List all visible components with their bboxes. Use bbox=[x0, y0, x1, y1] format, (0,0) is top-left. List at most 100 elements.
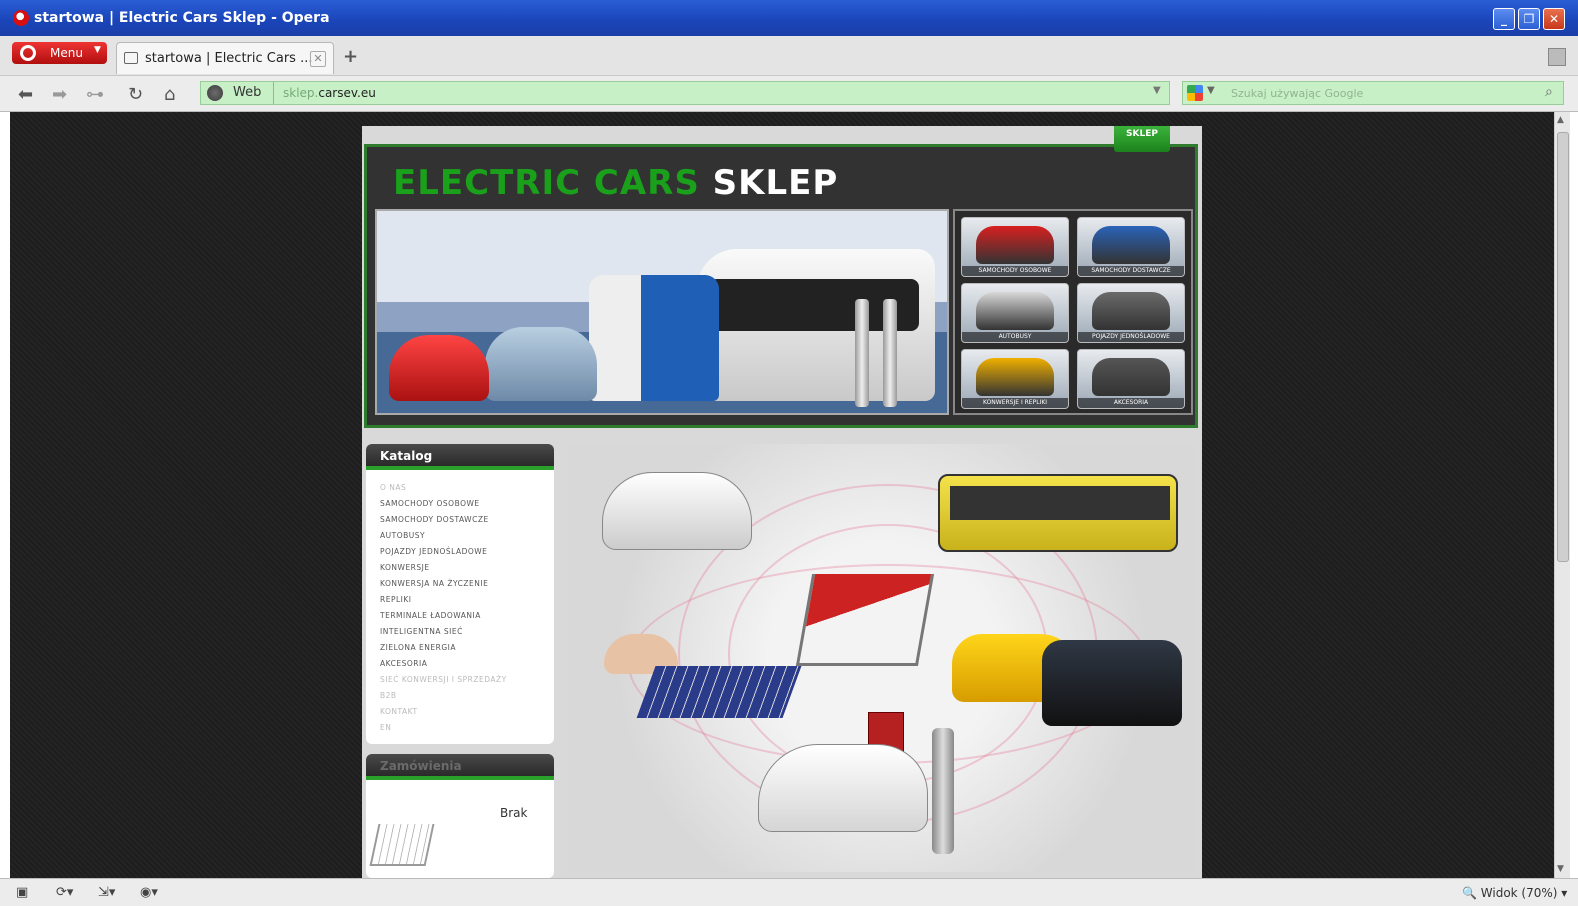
category-label: AUTOBUSY bbox=[962, 332, 1068, 342]
category-thumbnail bbox=[976, 226, 1054, 264]
van-image bbox=[589, 275, 719, 401]
back-icon[interactable]: ⬅ bbox=[18, 84, 33, 105]
reload-icon[interactable]: ↻ bbox=[128, 84, 143, 105]
maximize-button[interactable]: ❐ bbox=[1518, 8, 1540, 30]
opera-logo-icon bbox=[20, 45, 36, 61]
catalog-item[interactable]: POJAZDY JEDNOŚLADOWE bbox=[380, 544, 554, 560]
page-viewport: ELECTRIC CARS SKLEP SAMOCHODY OSOBOWE SA… bbox=[10, 112, 1554, 878]
catalog-item[interactable]: SIEĆ KONWERSJI I SPRZEDAŻY bbox=[380, 672, 554, 688]
yellow-bus-image bbox=[938, 474, 1178, 552]
search-engine-dropdown-icon[interactable]: ▼ bbox=[1207, 85, 1215, 96]
search-field[interactable]: ▼ Szukaj używając Google ⌕ bbox=[1182, 81, 1564, 105]
google-icon[interactable] bbox=[1187, 85, 1203, 101]
address-divider bbox=[273, 82, 274, 104]
panel-icon[interactable]: ▣ bbox=[16, 885, 28, 900]
category-label: AKCESORIA bbox=[1078, 398, 1184, 408]
tab-active[interactable]: startowa | Electric Cars ... ✕ bbox=[116, 42, 334, 74]
sync-icon[interactable]: ⟳▾ bbox=[56, 885, 73, 900]
catalog-item[interactable]: KONTAKT bbox=[380, 704, 554, 720]
category-thumbnail bbox=[1092, 292, 1170, 330]
window-title: startowa | Electric Cars Sklep - Opera bbox=[34, 10, 330, 26]
small-car-image bbox=[602, 472, 752, 550]
catalog-item[interactable]: SAMOCHODY DOSTAWCZE bbox=[380, 512, 554, 528]
category-tile[interactable]: SAMOCHODY DOSTAWCZE bbox=[1077, 217, 1185, 277]
turbo-icon[interactable]: ⇲▾ bbox=[98, 885, 115, 900]
catalog-list: O NAS SAMOCHODY OSOBOWE SAMOCHODY DOSTAWCZ… bbox=[366, 470, 554, 736]
catalog-heading: Katalog bbox=[366, 444, 554, 470]
site-logo[interactable]: ELECTRIC CARS SKLEP bbox=[393, 163, 838, 203]
cart-box: Zamówienia Brak bbox=[366, 754, 554, 878]
chevron-down-icon: ▼ bbox=[94, 45, 101, 55]
url-subdomain: sklep. bbox=[283, 86, 319, 100]
charging-post-image bbox=[932, 728, 954, 854]
roadster-image bbox=[1042, 640, 1182, 726]
page-icon bbox=[124, 52, 138, 64]
category-tile[interactable]: POJAZDY JEDNOŚLADOWE bbox=[1077, 283, 1185, 343]
minimize-button[interactable]: _ bbox=[1493, 8, 1515, 30]
new-tab-button[interactable]: + bbox=[343, 46, 358, 67]
close-tab-button[interactable]: ✕ bbox=[310, 51, 326, 67]
catalog-item[interactable]: AKCESORIA bbox=[380, 656, 554, 672]
opera-menu-button[interactable]: Menu ▼ bbox=[12, 42, 107, 64]
cart-heading: Zamówienia bbox=[366, 754, 554, 780]
catalog-item[interactable]: O NAS bbox=[380, 480, 554, 496]
bus-image bbox=[697, 249, 935, 401]
catalog-sidebar: Katalog O NAS SAMOCHODY OSOBOWE SAMOCHODY … bbox=[366, 444, 554, 744]
globe-icon bbox=[207, 85, 223, 101]
fast-forward-icon[interactable]: ⊶ bbox=[86, 84, 104, 105]
cart-status: Brak bbox=[500, 806, 528, 820]
address-dropdown-icon[interactable]: ▼ bbox=[1153, 85, 1161, 96]
charger-image bbox=[883, 299, 897, 407]
vertical-scrollbar[interactable]: ▲ ▼ bbox=[1554, 112, 1570, 878]
catalog-item[interactable]: TERMINALE ŁADOWANIA bbox=[380, 608, 554, 624]
main-collage-image bbox=[568, 444, 1196, 872]
address-toolbar: ⬅ ➡ ⊶ ↻ ⌂ Web sklep.carsev.eu ▼ ▼ Szukaj… bbox=[0, 76, 1578, 112]
catalog-item[interactable]: B2B bbox=[380, 688, 554, 704]
catalog-item[interactable]: SAMOCHODY OSOBOWE bbox=[380, 496, 554, 512]
status-bar: ▣ ⟳▾ ⇲▾ ◉▾ 🔍 Widok (70%) ▾ bbox=[0, 878, 1578, 906]
scroll-up-icon[interactable]: ▲ bbox=[1557, 115, 1564, 125]
catalog-item[interactable]: AUTOBUSY bbox=[380, 528, 554, 544]
category-tile[interactable]: KONWERSJE I REPLIKI bbox=[961, 349, 1069, 409]
catalog-item[interactable]: REPLIKI bbox=[380, 592, 554, 608]
catalog-item[interactable]: ZIELONA ENERGIA bbox=[380, 640, 554, 656]
logo-part2: SKLEP bbox=[712, 163, 839, 203]
charger-image bbox=[855, 299, 869, 407]
category-thumbnail bbox=[1092, 226, 1170, 264]
blue-car-image bbox=[485, 327, 597, 401]
category-label: KONWERSJE I REPLIKI bbox=[962, 398, 1068, 408]
scroll-down-icon[interactable]: ▼ bbox=[1557, 864, 1564, 874]
address-field[interactable]: Web sklep.carsev.eu ▼ bbox=[200, 81, 1170, 105]
close-window-button[interactable]: ✕ bbox=[1543, 8, 1565, 30]
category-grid: SAMOCHODY OSOBOWE SAMOCHODY DOSTAWCZE AU… bbox=[953, 209, 1193, 415]
category-tile[interactable]: AKCESORIA bbox=[1077, 349, 1185, 409]
opera-logo-icon bbox=[13, 10, 29, 26]
catalog-item[interactable]: EN bbox=[380, 720, 554, 736]
category-thumbnail bbox=[976, 358, 1054, 396]
red-car-image bbox=[389, 335, 489, 401]
forward-icon[interactable]: ➡ bbox=[52, 84, 67, 105]
scrollbar-thumb[interactable] bbox=[1557, 132, 1569, 562]
sklep-nav-tab[interactable]: SKLEP bbox=[1114, 126, 1170, 152]
address-mode-label: Web bbox=[233, 85, 262, 100]
catalog-item[interactable]: KONWERSJA NA ŻYCZENIE bbox=[380, 576, 554, 592]
catalog-item[interactable]: KONWERSJE bbox=[380, 560, 554, 576]
search-icon[interactable]: ⌕ bbox=[1545, 84, 1553, 100]
category-tile[interactable]: SAMOCHODY OSOBOWE bbox=[961, 217, 1069, 277]
home-icon[interactable]: ⌂ bbox=[164, 84, 175, 105]
url-text: sklep.carsev.eu bbox=[283, 86, 376, 100]
category-tile[interactable]: AUTOBUSY bbox=[961, 283, 1069, 343]
settings-icon[interactable]: ◉▾ bbox=[140, 885, 158, 900]
category-label: POJAZDY JEDNOŚLADOWE bbox=[1078, 332, 1184, 342]
zoom-indicator[interactable]: 🔍 Widok (70%) ▾ bbox=[1462, 886, 1567, 900]
shopping-cart-icon bbox=[369, 824, 435, 866]
tab-bar: Menu ▼ startowa | Electric Cars ... ✕ + bbox=[0, 36, 1578, 76]
window-title-bar: startowa | Electric Cars Sklep - Opera _… bbox=[0, 0, 1578, 36]
panel-toggle-icon[interactable] bbox=[1548, 48, 1566, 66]
tab-title: startowa | Electric Cars ... bbox=[145, 51, 313, 66]
charging-ev-image bbox=[758, 744, 928, 832]
catalog-item[interactable]: INTELIGENTNA SIEĆ bbox=[380, 624, 554, 640]
category-thumbnail bbox=[1092, 358, 1170, 396]
category-label: SAMOCHODY DOSTAWCZE bbox=[1078, 266, 1184, 276]
zoom-label: Widok (70%) bbox=[1480, 886, 1558, 900]
